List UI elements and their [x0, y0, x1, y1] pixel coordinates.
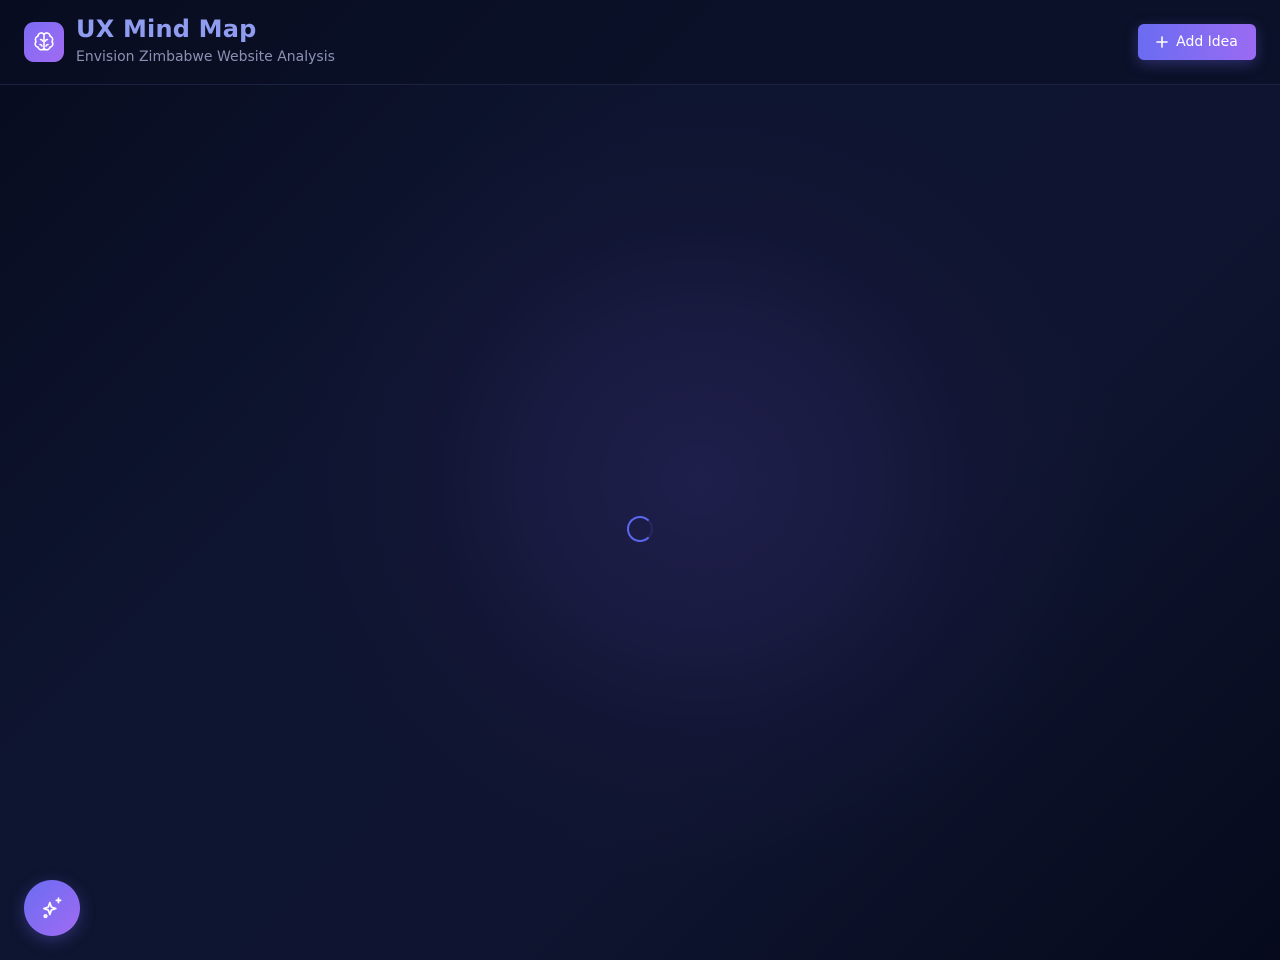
app-logo [24, 22, 64, 62]
add-idea-label: Add Idea [1176, 34, 1238, 50]
plus-icon [1156, 36, 1168, 48]
loading-spinner-icon [627, 516, 653, 542]
app-background [0, 0, 1280, 960]
sparkles-icon [43, 897, 62, 919]
app-header: UX Mind Map Envision Zimbabwe Website An… [0, 0, 1280, 85]
brain-icon [34, 32, 54, 51]
add-idea-button[interactable]: Add Idea [1138, 24, 1256, 60]
app-title: UX Mind Map [76, 15, 257, 43]
ai-assistant-button[interactable] [24, 880, 80, 936]
app-subtitle: Envision Zimbabwe Website Analysis [76, 49, 335, 65]
